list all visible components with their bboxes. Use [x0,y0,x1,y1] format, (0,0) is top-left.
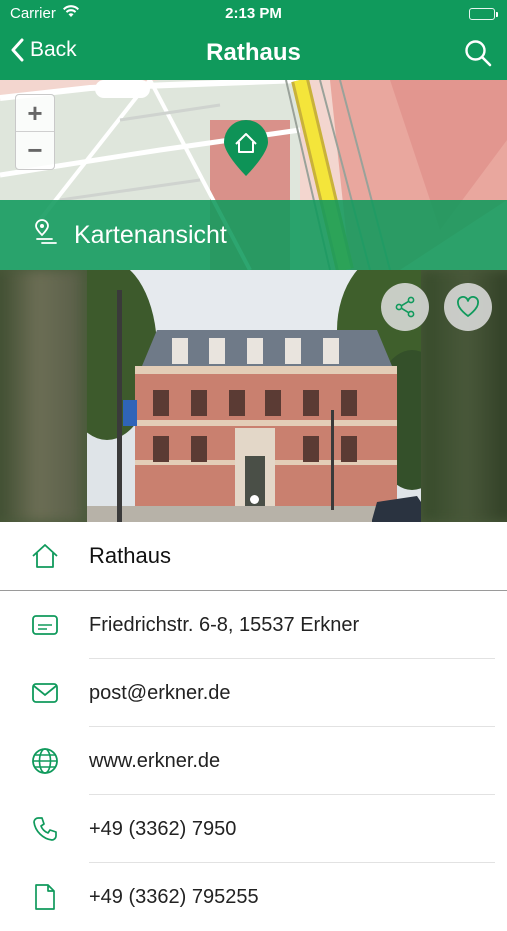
phone-link[interactable]: +49 (3362) 7950 [89,818,236,841]
gallery-page-indicator [250,495,259,504]
map-view-button[interactable]: Kartenansicht [0,200,507,270]
home-icon [31,542,59,570]
heart-icon [457,296,479,317]
document-icon [31,883,59,911]
search-button[interactable] [463,38,493,73]
previous-photo-preview [0,270,81,522]
email-row[interactable]: post@erkner.de [0,659,507,727]
zoom-in-button[interactable]: + [16,95,54,131]
navigation-bar: Back Rathaus [0,28,507,80]
phone-row[interactable]: +49 (3362) 7950 [0,795,507,863]
info-list: Rathaus Friedrichstr. 6-8, 15537 Erkner … [0,522,507,931]
status-bar: Carrier 2:13 PM [0,0,507,28]
address-text: Friedrichstr. 6-8, 15537 Erkner [89,613,360,636]
town-hall-photo [87,270,421,522]
battery-icon [469,8,498,20]
clock: 2:13 PM [225,5,282,22]
place-name: Rathaus [89,543,171,568]
fax-number: +49 (3362) 795255 [89,885,259,908]
map-marker-icon[interactable] [222,120,270,183]
zoom-out-button[interactable]: − [16,131,54,168]
share-icon [395,296,415,318]
search-icon [465,40,492,67]
globe-icon [31,747,59,775]
phone-icon [31,815,59,843]
fax-row[interactable]: +49 (3362) 795255 [0,863,507,931]
back-button[interactable]: Back [10,38,77,62]
favorite-button[interactable] [444,283,492,331]
name-row: Rathaus [0,522,507,591]
page-dot-active [250,495,259,504]
address-card-icon [31,611,59,639]
location-pin-icon [32,218,58,252]
email-link[interactable]: post@erkner.de [89,682,231,705]
map-preview[interactable]: + − Kartenansicht [0,80,507,270]
mail-icon [31,679,59,707]
chevron-left-icon [11,38,24,62]
address-row[interactable]: Friedrichstr. 6-8, 15537 Erkner [0,591,507,659]
photo-gallery[interactable] [0,270,507,522]
website-row[interactable]: www.erkner.de [0,727,507,795]
map-view-label: Kartenansicht [74,220,227,249]
website-link[interactable]: www.erkner.de [89,750,220,773]
share-button[interactable] [381,283,429,331]
back-label: Back [30,38,77,61]
map-zoom-control: + − [15,94,55,170]
